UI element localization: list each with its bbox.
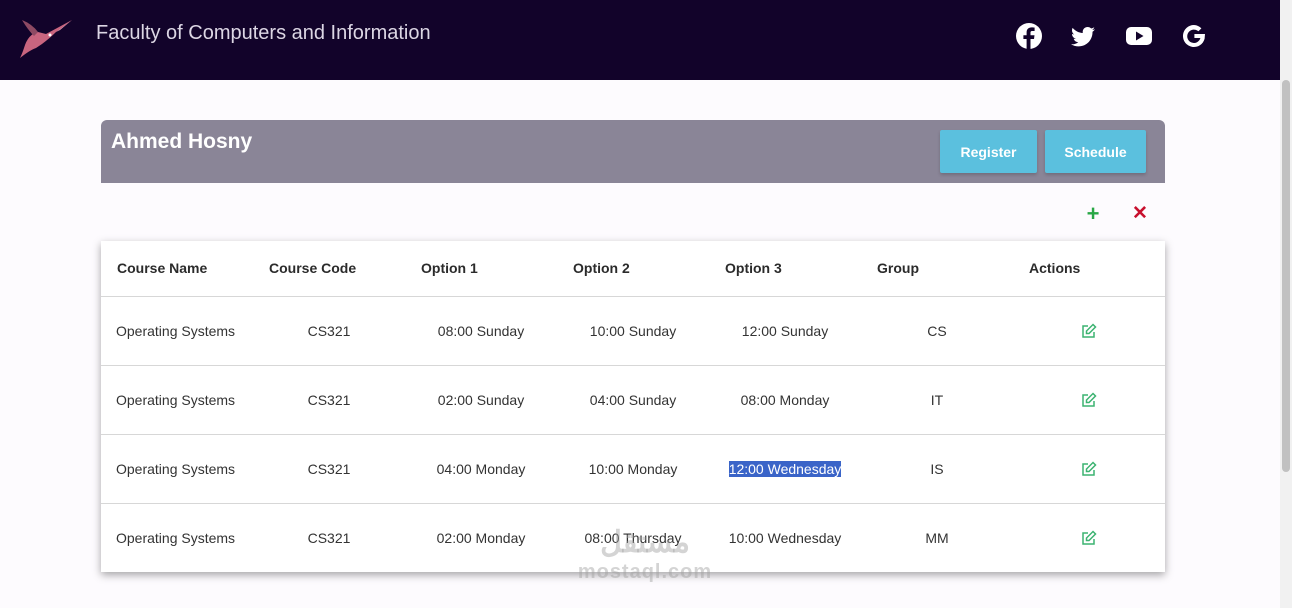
courses-table-card: Course Name Course Code Option 1 Option … bbox=[101, 241, 1165, 572]
cell-group: MM bbox=[925, 529, 949, 546]
top-navbar: Faculty of Computers and Information bbox=[0, 0, 1280, 80]
edit-icon[interactable] bbox=[1081, 530, 1097, 546]
plus-icon[interactable]: + bbox=[1083, 203, 1103, 225]
courses-table: Course Name Course Code Option 1 Option … bbox=[101, 241, 1165, 572]
cell-option-3: 12:00 Wednesday bbox=[709, 434, 861, 504]
column-header-option-3[interactable]: Option 3 bbox=[709, 241, 861, 297]
cell-option-1: 02:00 Monday bbox=[436, 529, 526, 546]
cell-option-3: 10:00 Wednesday bbox=[728, 529, 842, 546]
twitter-icon[interactable] bbox=[1069, 22, 1097, 50]
cell-course-code: CS321 bbox=[253, 365, 405, 435]
scrollbar-thumb[interactable] bbox=[1282, 80, 1290, 472]
edit-icon[interactable] bbox=[1081, 323, 1097, 339]
table-row: Operating Systems CS321 02:00 Sunday 04:… bbox=[101, 365, 1165, 435]
cell-option-2: 10:00 Monday bbox=[557, 434, 709, 504]
column-header-option-2[interactable]: Option 2 bbox=[557, 241, 709, 297]
cell-actions bbox=[1013, 365, 1165, 435]
column-header-actions: Actions bbox=[1013, 241, 1165, 297]
table-row: Operating Systems CS321 04:00 Monday 10:… bbox=[101, 434, 1165, 504]
cell-option-3: 08:00 Monday bbox=[709, 365, 861, 435]
cell-option-3: 12:00 Sunday bbox=[709, 296, 861, 366]
edit-icon[interactable] bbox=[1081, 392, 1097, 408]
cell-actions bbox=[1013, 434, 1165, 504]
cell-option-1: 08:00 Sunday bbox=[405, 296, 557, 366]
google-icon[interactable] bbox=[1180, 22, 1208, 50]
cell-course-code: CS321 bbox=[253, 296, 405, 366]
close-icon[interactable]: ✕ bbox=[1130, 203, 1150, 225]
hummingbird-logo-icon[interactable] bbox=[16, 14, 74, 60]
cell-course-name: Operating Systems bbox=[101, 365, 253, 435]
student-name: Ahmed Hosny bbox=[111, 130, 253, 153]
cell-course-name: Operating Systems bbox=[116, 529, 236, 546]
cell-group: IT bbox=[861, 365, 1013, 435]
table-header-row: Course Name Course Code Option 1 Option … bbox=[101, 241, 1165, 297]
column-header-group[interactable]: Group bbox=[861, 241, 1013, 297]
table-row: Operating Systems CS321 08:00 Sunday 10:… bbox=[101, 296, 1165, 366]
column-header-course-name[interactable]: Course Name bbox=[101, 241, 253, 297]
schedule-button[interactable]: Schedule bbox=[1045, 130, 1146, 173]
cell-group: CS bbox=[861, 296, 1013, 366]
watermark-latin: mostaql.com bbox=[577, 561, 713, 583]
register-button[interactable]: Register bbox=[940, 130, 1037, 173]
watermark-arabic: مستقل bbox=[600, 526, 690, 559]
youtube-icon[interactable] bbox=[1125, 22, 1153, 50]
cell-option-2: 10:00 Sunday bbox=[557, 296, 709, 366]
selected-text: 12:00 Wednesday bbox=[728, 460, 842, 477]
cell-group: IS bbox=[861, 434, 1013, 504]
student-header-card: Ahmed Hosny Register Schedule bbox=[101, 120, 1165, 183]
watermark: مستقل mostaql.com bbox=[565, 525, 725, 583]
cell-actions bbox=[1013, 503, 1165, 572]
edit-icon[interactable] bbox=[1081, 461, 1097, 477]
cell-course-code: CS321 bbox=[307, 529, 351, 546]
cell-option-1: 04:00 Monday bbox=[405, 434, 557, 504]
column-header-option-1[interactable]: Option 1 bbox=[405, 241, 557, 297]
cell-option-2: 04:00 Sunday bbox=[557, 365, 709, 435]
brand-title[interactable]: Faculty of Computers and Information bbox=[96, 22, 431, 45]
cell-course-code: CS321 bbox=[253, 434, 405, 504]
cell-course-name: Operating Systems bbox=[101, 434, 253, 504]
facebook-icon[interactable] bbox=[1015, 22, 1043, 50]
column-header-course-code[interactable]: Course Code bbox=[253, 241, 405, 297]
cell-actions bbox=[1013, 296, 1165, 366]
cell-course-name: Operating Systems bbox=[101, 296, 253, 366]
cell-option-1: 02:00 Sunday bbox=[405, 365, 557, 435]
